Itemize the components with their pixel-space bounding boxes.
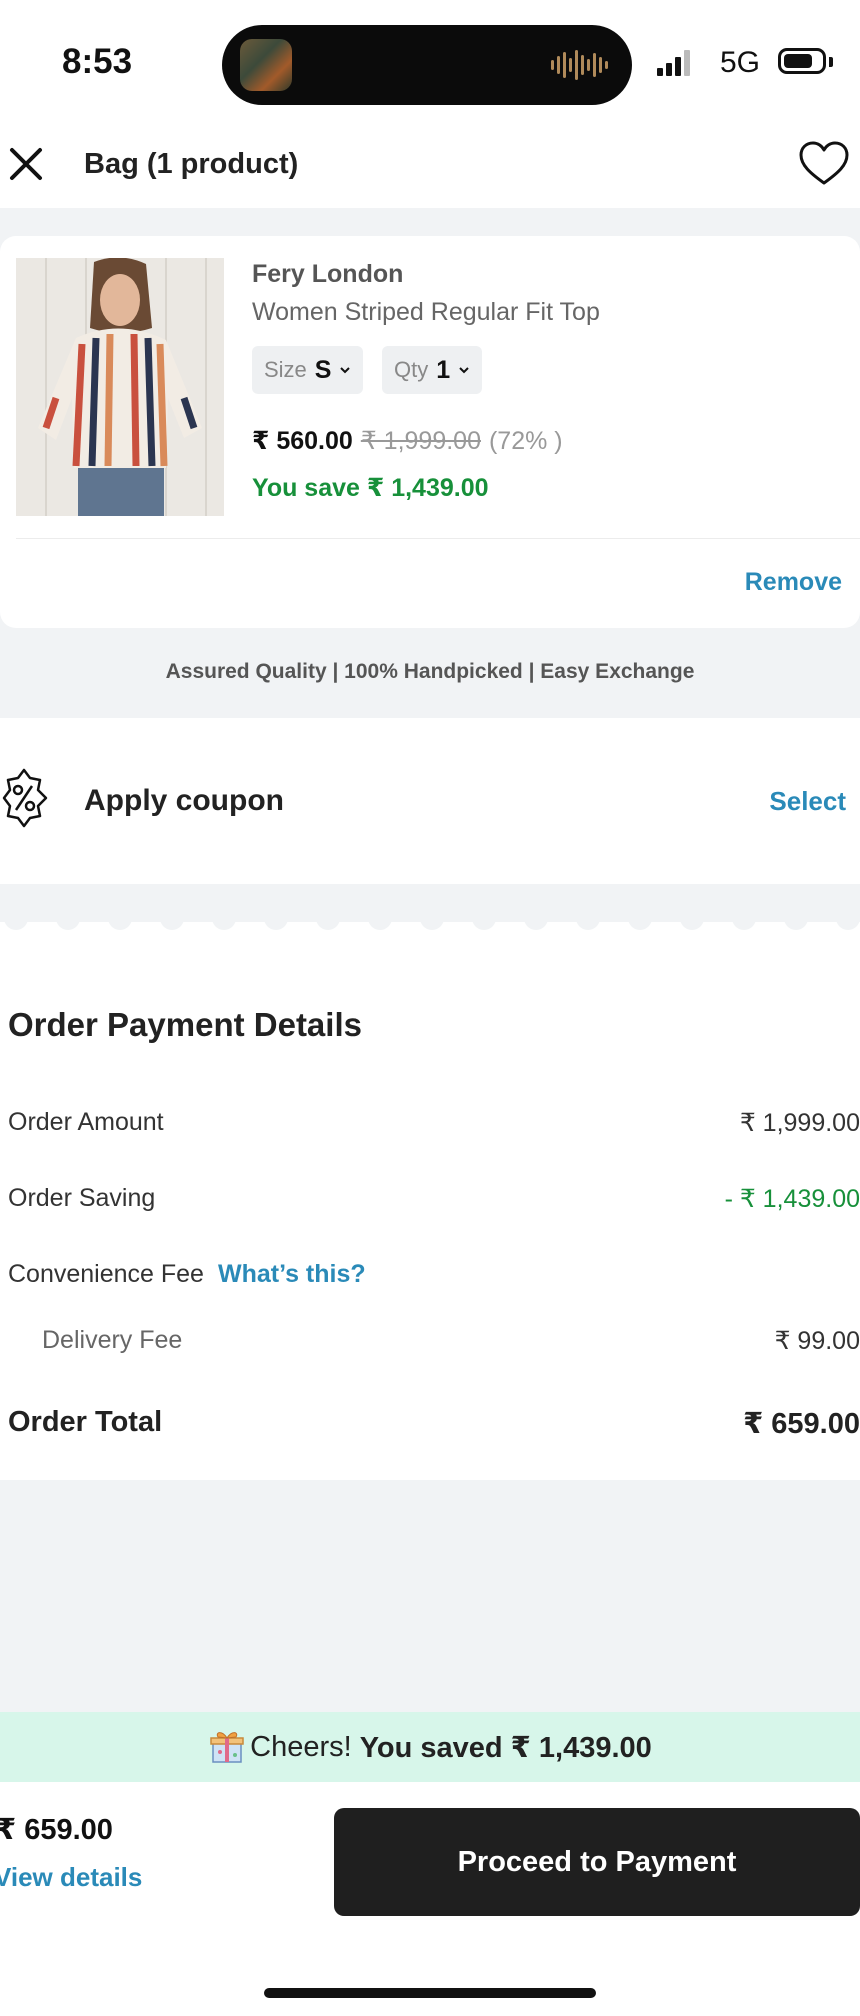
bag-header: Bag (1 product) (0, 128, 860, 208)
size-value: S (314, 355, 332, 384)
order-saving-label: Order Saving (8, 1184, 156, 1212)
size-label: Size (264, 357, 307, 382)
chevron-down-icon (459, 367, 469, 374)
convenience-fee-text: Convenience Fee (8, 1260, 204, 1288)
qty-selector[interactable]: Qty 1 (382, 346, 483, 394)
divider (16, 538, 860, 539)
order-total-label: Order Total (8, 1406, 163, 1438)
discount-percent: (72% ) (488, 427, 563, 455)
checkout-bar: ₹ 659.00 View details Proceed to Payment (0, 1782, 860, 2016)
cheers-prefix: Cheers! (250, 1730, 352, 1763)
proceed-to-payment-button[interactable]: Proceed to Payment (334, 1808, 860, 1916)
product-brand: Fery London (252, 260, 404, 288)
order-total-value: ₹ 659.00 (743, 1408, 860, 1440)
cheers-saved-amount: You saved ₹ 1,439.00 (359, 1731, 652, 1764)
signal-icon (657, 50, 690, 76)
assurance-text: Assured Quality | 100% Handpicked | Easy… (165, 660, 695, 683)
chevron-down-icon (340, 367, 351, 374)
mrp-price: ₹ 1,999.00 (360, 427, 481, 455)
apply-coupon-row[interactable]: Apply coupon Select (0, 718, 860, 884)
order-amount-value: ₹ 1,999.00 (739, 1109, 860, 1137)
savings-banner: Cheers! You saved ₹ 1,439.00 (0, 1712, 860, 1782)
page-title: Bag (1 product) (84, 148, 299, 180)
gift-icon (210, 1732, 244, 1763)
you-save-text: You save ₹ 1,439.00 (252, 474, 489, 502)
status-bar: 8:53 5G (0, 0, 860, 128)
close-button[interactable] (4, 142, 48, 186)
qty-label: Qty (394, 357, 429, 382)
wishlist-button[interactable] (796, 136, 852, 192)
delivery-fee-label: Delivery Fee (42, 1326, 183, 1354)
dynamic-island[interactable] (222, 25, 632, 105)
order-payment-details: Order Payment Details Order Amount ₹ 1,9… (0, 918, 860, 1480)
now-playing-thumbnail (240, 39, 292, 91)
network-type: 5G (720, 46, 761, 79)
home-indicator[interactable] (264, 1988, 596, 1998)
heart-icon (799, 141, 849, 185)
view-details-link[interactable]: View details (0, 1862, 142, 1893)
qty-value: 1 (436, 355, 451, 384)
product-name: Women Striped Regular Fit Top (252, 298, 600, 326)
battery-tip (829, 57, 833, 67)
order-saving-value: - ₹ 1,439.00 (724, 1185, 860, 1213)
convenience-fee-label: Convenience Fee What’s this? (8, 1260, 366, 1289)
size-selector[interactable]: Size S (252, 346, 364, 394)
status-time: 8:53 (62, 42, 133, 81)
order-amount-label: Order Amount (8, 1108, 164, 1136)
battery-icon (778, 48, 826, 74)
close-icon (10, 148, 42, 180)
payment-details-title: Order Payment Details (8, 1006, 362, 1043)
product-image[interactable] (16, 258, 224, 516)
coupon-percent-icon (2, 768, 48, 828)
scalloped-edge (0, 918, 860, 930)
checkout-total: ₹ 659.00 (0, 1814, 113, 1846)
apply-coupon-label: Apply coupon (84, 784, 284, 817)
price-line: ₹ 560.00 ₹ 1,999.00 (72% ) (252, 426, 563, 456)
product-card: Fery London Women Striped Regular Fit To… (0, 236, 860, 628)
selling-price: ₹ 560.00 (252, 427, 353, 455)
whats-this-link[interactable]: What’s this? (218, 1260, 366, 1288)
remove-button[interactable]: Remove (745, 568, 842, 597)
delivery-fee-value: ₹ 99.00 (774, 1327, 860, 1355)
coupon-select-button[interactable]: Select (769, 786, 846, 817)
audio-waveform-icon (551, 49, 608, 81)
